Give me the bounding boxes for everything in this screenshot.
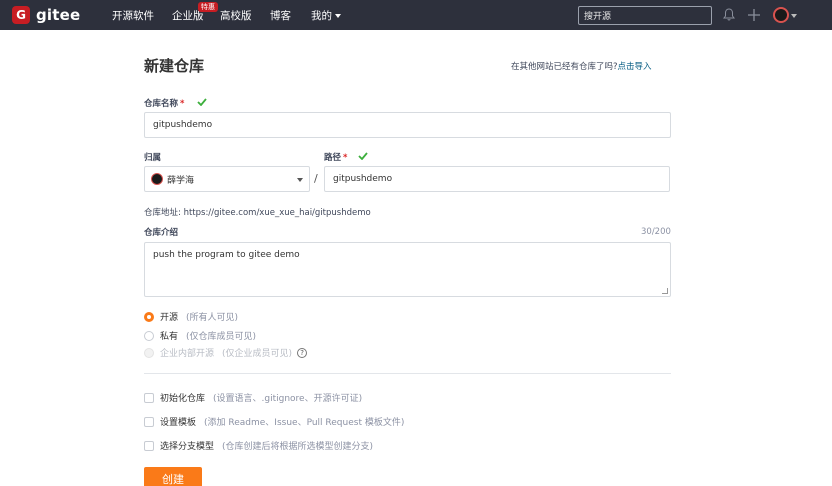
intro-char-counter: 30/200 bbox=[641, 227, 671, 237]
visibility-public-desc: (所有人可见) bbox=[186, 313, 239, 323]
gitee-logo-icon: G bbox=[12, 6, 30, 24]
nav-item-open-source[interactable]: 开源软件 bbox=[112, 8, 154, 23]
owner-avatar bbox=[151, 173, 163, 185]
plus-icon[interactable] bbox=[748, 9, 760, 21]
visibility-option-enterprise: 企业内部开源 (仅企业成员可见) ? bbox=[144, 346, 308, 359]
resize-handle-icon[interactable] bbox=[662, 288, 668, 294]
init-repo-label: 初始化仓库 bbox=[160, 394, 206, 404]
owner-select[interactable]: 薛学海 bbox=[144, 166, 310, 192]
repo-name-label: 仓库名称 * bbox=[144, 97, 184, 109]
owner-label: 归属 bbox=[144, 153, 162, 163]
owner-name: 薛学海 bbox=[167, 176, 195, 186]
template-label: 设置模板 bbox=[160, 418, 197, 428]
bell-icon[interactable] bbox=[723, 8, 735, 21]
radio-enterprise bbox=[144, 347, 154, 358]
visibility-private-label: 私有 bbox=[160, 332, 179, 342]
path-label-text: 路径 bbox=[324, 153, 342, 163]
visibility-private-desc: (仅仓库成员可见) bbox=[186, 332, 257, 342]
intro-textarea[interactable]: push the program to gitee demo bbox=[144, 242, 671, 297]
path-separator: / bbox=[314, 172, 318, 185]
repo-name-input[interactable] bbox=[144, 112, 671, 138]
chevron-down-icon bbox=[297, 178, 303, 182]
option-branch-model[interactable]: 选择分支模型 (仓库创建后将根据所选模型创建分支) bbox=[144, 439, 373, 452]
path-label: 路径 * bbox=[324, 151, 347, 163]
hot-badge: 特惠 bbox=[198, 2, 218, 12]
import-question: 在其他网站已经有仓库了吗? bbox=[511, 62, 618, 72]
top-navbar: G gitee 开源软件 企业版 特惠 高校版 博客 我的 bbox=[0, 0, 832, 30]
checkbox-template[interactable] bbox=[144, 416, 154, 427]
branch-model-desc: (仓库创建后将根据所选模型创建分支) bbox=[222, 442, 374, 452]
create-button[interactable]: 创建 bbox=[144, 467, 202, 486]
check-icon bbox=[197, 98, 207, 106]
init-repo-desc: (设置语言、.gitignore、开源许可证) bbox=[213, 394, 363, 404]
chevron-down-icon bbox=[335, 14, 341, 18]
intro-text: push the program to gitee demo bbox=[153, 250, 300, 260]
page-title: 新建仓库 bbox=[144, 57, 205, 75]
check-icon bbox=[358, 152, 368, 160]
intro-label: 仓库介绍 bbox=[144, 228, 179, 238]
repo-name-label-text: 仓库名称 bbox=[144, 99, 179, 109]
user-avatar[interactable] bbox=[773, 7, 789, 23]
checkbox-init-repo[interactable] bbox=[144, 392, 154, 403]
nav-item-university[interactable]: 高校版 bbox=[220, 8, 252, 23]
option-template[interactable]: 设置模板 (添加 Readme、Issue、Pull Request 模板文件) bbox=[144, 415, 404, 428]
nav-item-mine[interactable]: 我的 bbox=[311, 8, 341, 23]
gitee-logo-text: gitee bbox=[36, 6, 81, 24]
radio-private[interactable] bbox=[144, 330, 154, 341]
branch-model-label: 选择分支模型 bbox=[160, 442, 215, 452]
visibility-public-label: 开源 bbox=[160, 313, 179, 323]
checkbox-branch-model[interactable] bbox=[144, 440, 154, 451]
template-desc: (添加 Readme、Issue、Pull Request 模板文件) bbox=[204, 418, 405, 428]
gitee-logo[interactable]: G gitee bbox=[12, 5, 80, 25]
repo-address: 仓库地址: https://gitee.com/xue_xue_hai/gitp… bbox=[144, 208, 371, 218]
radio-public[interactable] bbox=[144, 311, 154, 322]
visibility-enterprise-label: 企业内部开源 bbox=[160, 349, 215, 359]
option-init-repo[interactable]: 初始化仓库 (设置语言、.gitignore、开源许可证) bbox=[144, 391, 362, 404]
avatar-chevron-down-icon[interactable] bbox=[791, 14, 797, 18]
nav-item-blog[interactable]: 博客 bbox=[270, 8, 291, 23]
import-hint: 在其他网站已经有仓库了吗?点击导入 bbox=[511, 60, 652, 72]
nav-item-mine-label: 我的 bbox=[311, 10, 332, 22]
help-icon[interactable]: ? bbox=[297, 347, 308, 358]
search-input[interactable] bbox=[578, 6, 712, 25]
import-link[interactable]: 点击导入 bbox=[618, 62, 652, 72]
path-input[interactable] bbox=[324, 166, 670, 192]
required-star: * bbox=[180, 99, 185, 109]
visibility-option-private[interactable]: 私有 (仅仓库成员可见) bbox=[144, 329, 256, 342]
divider bbox=[144, 373, 671, 374]
visibility-enterprise-desc: (仅企业成员可见) bbox=[222, 349, 293, 359]
required-star: * bbox=[343, 153, 348, 163]
visibility-option-public[interactable]: 开源 (所有人可见) bbox=[144, 310, 238, 323]
